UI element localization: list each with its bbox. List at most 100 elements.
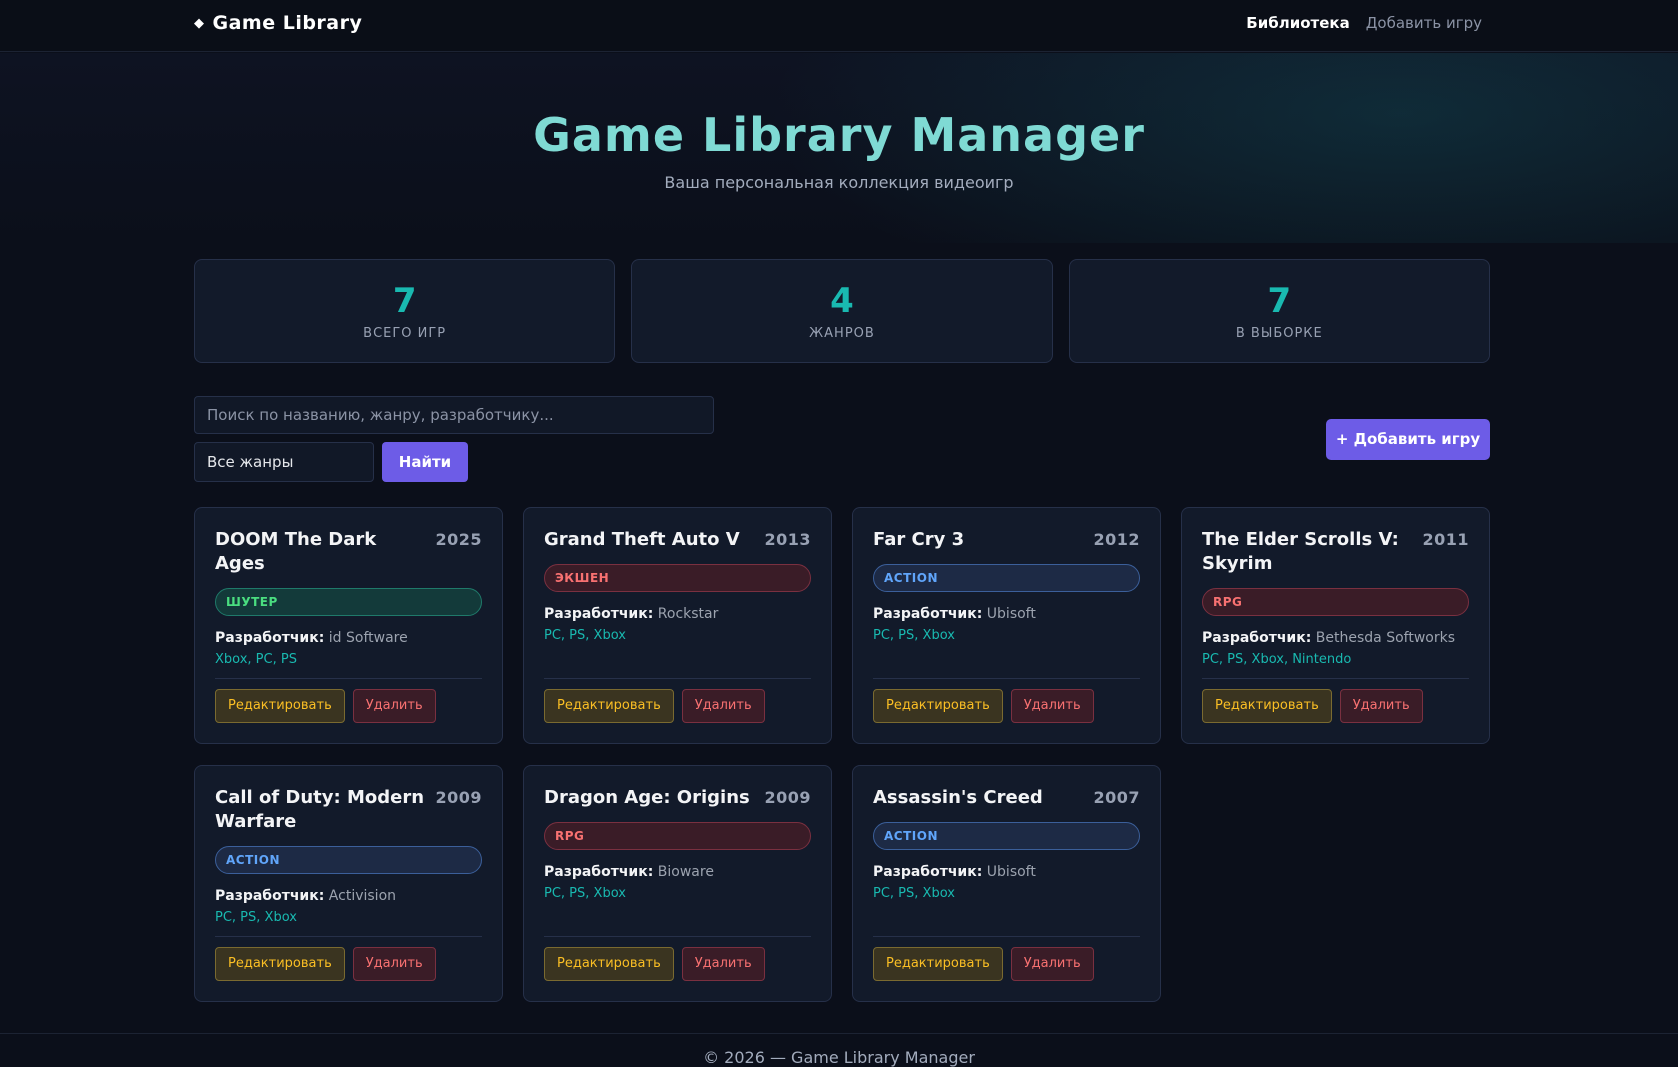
developer-name: Bioware: [657, 864, 714, 880]
add-game-button[interactable]: + Добавить игру: [1326, 419, 1490, 460]
game-year: 2025: [435, 530, 482, 549]
card-actions: Редактировать Удалить: [215, 936, 482, 981]
genre-badge: ACTION: [873, 822, 1140, 850]
developer-label: Разработчик:: [215, 630, 325, 646]
platforms: PC, PS, Xbox: [873, 886, 955, 901]
developer-line: Разработчик: Bioware: [544, 864, 811, 880]
game-year: 2011: [1422, 530, 1469, 549]
diamond-icon: ◆: [194, 15, 205, 31]
nav-links: Библиотека Добавить игру: [1246, 14, 1482, 32]
genre-badge: RPG: [544, 822, 811, 850]
card-header: The Elder Scrolls V: Skyrim 2011: [1202, 528, 1469, 576]
brand-logo[interactable]: ◆ Game Library: [194, 12, 362, 34]
edit-button[interactable]: Редактировать: [544, 689, 674, 723]
developer-line: Разработчик: Ubisoft: [873, 864, 1140, 880]
delete-button[interactable]: Удалить: [1339, 689, 1423, 723]
developer-name: id Software: [328, 630, 408, 646]
genre-badge: ШУТЕР: [215, 588, 482, 616]
edit-button[interactable]: Редактировать: [215, 689, 345, 723]
game-card: The Elder Scrolls V: Skyrim 2011 RPG Разраб…: [1181, 507, 1490, 744]
delete-button[interactable]: Удалить: [352, 689, 436, 723]
game-card: Dragon Age: Origins 2009 RPG Разработчик: B…: [523, 765, 832, 1002]
delete-button[interactable]: Удалить: [352, 947, 436, 981]
card-actions: Редактировать Удалить: [873, 936, 1140, 981]
game-card: Assassin's Creed 2007 ACTION Разработчик: U…: [852, 765, 1161, 1002]
developer-label: Разработчик:: [1202, 630, 1312, 646]
developer-line: Разработчик: Bethesda Softworks: [1202, 630, 1469, 646]
game-year: 2012: [1093, 530, 1140, 549]
developer-label: Разработчик:: [873, 606, 983, 622]
game-card: Far Cry 3 2012 ACTION Разработчик: Ubisoft P…: [852, 507, 1161, 744]
developer-line: Разработчик: Rockstar: [544, 606, 811, 622]
search-input[interactable]: [194, 396, 714, 434]
find-button[interactable]: Найти: [382, 442, 468, 482]
game-title: Grand Theft Auto V: [544, 529, 740, 550]
developer-line: Разработчик: id Software: [215, 630, 482, 646]
developer-label: Разработчик:: [873, 864, 983, 880]
game-title: The Elder Scrolls V: Skyrim: [1202, 529, 1399, 574]
game-year: 2009: [435, 788, 482, 807]
game-title: DOOM The Dark Ages: [215, 529, 377, 574]
stat-genres: 4 ЖАНРОВ: [631, 259, 1053, 363]
platforms: PC, PS, Xbox, Nintendo: [1202, 652, 1352, 667]
stat-label: ВСЕГО ИГР: [363, 326, 447, 341]
hero-section: Game Library Manager Ваша персональная к…: [0, 53, 1678, 243]
edit-button[interactable]: Редактировать: [1202, 689, 1332, 723]
game-title: Call of Duty: Modern Warfare: [215, 787, 425, 832]
game-year: 2007: [1093, 788, 1140, 807]
card-header: Call of Duty: Modern Warfare 2009: [215, 786, 482, 834]
nav-link-library[interactable]: Библиотека: [1246, 14, 1349, 32]
stat-total-games: 7 ВСЕГО ИГР: [194, 259, 616, 363]
delete-button[interactable]: Удалить: [681, 947, 765, 981]
edit-button[interactable]: Редактировать: [873, 689, 1003, 723]
platforms: Xbox, PC, PS: [215, 652, 297, 667]
game-card: Grand Theft Auto V 2013 ЭКШЕН Разработчик: …: [523, 507, 832, 744]
stat-in-selection: 7 В ВЫБОРКЕ: [1068, 259, 1490, 363]
delete-button[interactable]: Удалить: [1010, 689, 1094, 723]
card-actions: Редактировать Удалить: [1202, 678, 1469, 723]
card-actions: Редактировать Удалить: [544, 678, 811, 723]
genre-badge: ACTION: [873, 564, 1140, 592]
developer-label: Разработчик:: [544, 864, 654, 880]
developer-label: Разработчик:: [544, 606, 654, 622]
delete-button[interactable]: Удалить: [1010, 947, 1094, 981]
edit-button[interactable]: Редактировать: [873, 947, 1003, 981]
game-title: Dragon Age: Origins: [544, 787, 750, 808]
edit-button[interactable]: Редактировать: [215, 947, 345, 981]
brand-name: Game Library: [212, 12, 363, 34]
footer: © 2026 — Game Library Manager: [0, 1033, 1678, 1067]
page-title: Game Library Manager: [533, 108, 1145, 162]
edit-button[interactable]: Редактировать: [544, 947, 674, 981]
developer-name: Ubisoft: [986, 606, 1036, 622]
stat-value: 4: [830, 281, 854, 321]
game-year: 2013: [764, 530, 811, 549]
card-header: DOOM The Dark Ages 2025: [215, 528, 482, 576]
developer-line: Разработчик: Activision: [215, 888, 482, 904]
game-card: DOOM The Dark Ages 2025 ШУТЕР Разработчик: …: [194, 507, 503, 744]
top-navbar: ◆ Game Library Библиотека Добавить игру: [0, 0, 1678, 52]
genre-badge: RPG: [1202, 588, 1469, 616]
developer-line: Разработчик: Ubisoft: [873, 606, 1140, 622]
platforms: PC, PS, Xbox: [544, 628, 626, 643]
genre-select[interactable]: Все жанры: [194, 442, 374, 482]
stat-value: 7: [392, 281, 417, 321]
games-grid: DOOM The Dark Ages 2025 ШУТЕР Разработчик: …: [194, 507, 1490, 1002]
card-header: Dragon Age: Origins 2009: [544, 786, 811, 810]
card-header: Grand Theft Auto V 2013: [544, 528, 811, 552]
delete-button[interactable]: Удалить: [681, 689, 765, 723]
card-actions: Редактировать Удалить: [544, 936, 811, 981]
card-header: Far Cry 3 2012: [873, 528, 1140, 552]
platforms: PC, PS, Xbox: [873, 628, 955, 643]
game-card: Call of Duty: Modern Warfare 2009 ACTION Ра…: [194, 765, 503, 1002]
developer-name: Rockstar: [657, 606, 719, 622]
developer-label: Разработчик:: [215, 888, 325, 904]
stat-label: ЖАНРОВ: [809, 326, 875, 341]
developer-name: Ubisoft: [986, 864, 1036, 880]
platforms: PC, PS, Xbox: [544, 886, 626, 901]
stat-label: В ВЫБОРКЕ: [1235, 326, 1323, 341]
stat-value: 7: [1267, 281, 1292, 321]
nav-link-add-game[interactable]: Добавить игру: [1366, 14, 1482, 32]
card-header: Assassin's Creed 2007: [873, 786, 1140, 810]
game-year: 2009: [764, 788, 811, 807]
stats-row: 7 ВСЕГО ИГР 4 ЖАНРОВ 7 В ВЫБОРКЕ: [194, 259, 1490, 363]
